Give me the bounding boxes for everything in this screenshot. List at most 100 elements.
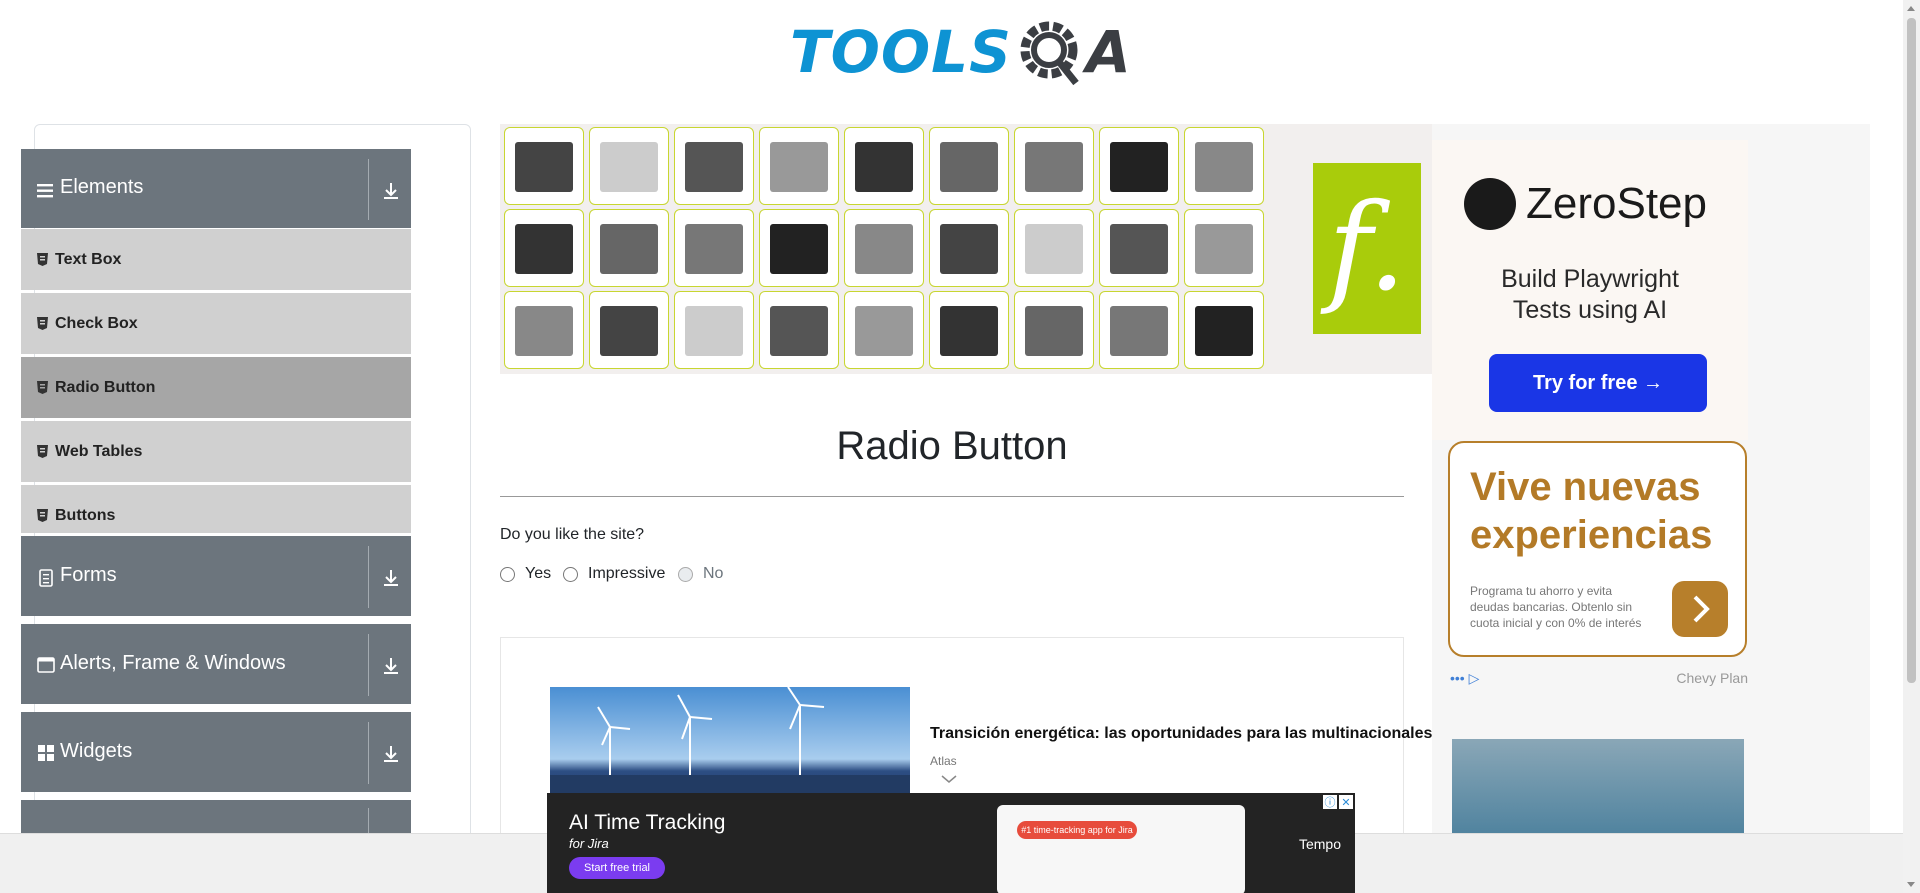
zerostep-tagline-line1: Build Playwright — [1501, 265, 1679, 293]
scroll-down-icon[interactable] — [1907, 882, 1915, 887]
gear-magnifier-icon — [1020, 21, 1079, 86]
radio-label: No — [703, 565, 724, 582]
grid-icon — [38, 745, 54, 761]
ad-controls: ⓘ ✕ — [1323, 795, 1353, 809]
ad-info-icon[interactable]: ⓘ — [1323, 795, 1337, 809]
product-thumbnail[interactable] — [1184, 127, 1264, 205]
sidebar-item-radio-button[interactable]: Radio Button — [21, 357, 411, 418]
adchoices-icon[interactable]: ••• ▷ — [1450, 670, 1479, 687]
group-next[interactable] — [21, 800, 411, 833]
product-image — [600, 306, 658, 356]
product-thumbnail[interactable] — [504, 127, 584, 205]
try-for-free-button[interactable]: Try for free → — [1489, 354, 1707, 412]
product-thumbnail[interactable] — [759, 127, 839, 205]
product-thumbnail[interactable] — [504, 291, 584, 369]
group-widgets[interactable]: Widgets — [21, 712, 411, 792]
product-thumbnail[interactable] — [929, 127, 1009, 205]
product-thumbnail[interactable] — [844, 127, 924, 205]
vive-headline-line2: experiencias — [1470, 513, 1713, 557]
product-thumbnail[interactable] — [1014, 291, 1094, 369]
product-thumbnail[interactable] — [674, 209, 754, 287]
product-thumbnail[interactable] — [1184, 209, 1264, 287]
divider — [368, 546, 369, 608]
product-thumbnail[interactable] — [1099, 209, 1179, 287]
wind-turbines-image[interactable] — [550, 687, 910, 807]
group-title: Forms — [60, 564, 117, 586]
product-thumbnail[interactable] — [589, 209, 669, 287]
news-ad-source: Atlas — [930, 754, 957, 768]
product-image — [685, 224, 743, 274]
product-thumbnail[interactable] — [1099, 291, 1179, 369]
news-ad-title[interactable]: Transición energética: las oportunidades… — [930, 725, 1432, 743]
product-thumbnail[interactable] — [844, 209, 924, 287]
product-thumbnail[interactable] — [589, 127, 669, 205]
zerostep-ad[interactable]: ZeroStep Build Playwright Tests using AI… — [1432, 140, 1748, 440]
html-icon — [37, 445, 48, 458]
product-image — [1110, 306, 1168, 356]
product-image — [1025, 224, 1083, 274]
product-image — [940, 306, 998, 356]
product-image — [685, 306, 743, 356]
product-thumbnail[interactable] — [929, 209, 1009, 287]
radio-no: No — [678, 565, 723, 583]
divider — [368, 808, 369, 833]
start-free-trial-button[interactable]: Start free trial — [569, 857, 665, 879]
scroll-up-icon[interactable] — [1907, 6, 1915, 11]
radio-impressive[interactable]: Impressive — [563, 565, 665, 583]
product-thumbnail[interactable] — [759, 209, 839, 287]
sidebar-item-text-box[interactable]: Text Box — [21, 229, 411, 290]
product-thumbnail[interactable] — [844, 291, 924, 369]
product-image — [770, 142, 828, 192]
window-icon — [37, 657, 55, 673]
product-image — [940, 142, 998, 192]
product-image — [855, 306, 913, 356]
product-thumbnail[interactable] — [1099, 127, 1179, 205]
tempo-subtitle: for Jira — [569, 836, 609, 851]
product-thumbnail[interactable] — [674, 127, 754, 205]
html-icon — [37, 253, 48, 266]
html-icon — [37, 317, 48, 330]
product-thumbnail[interactable] — [504, 209, 584, 287]
vive-next-button[interactable] — [1672, 581, 1728, 637]
product-thumbnail[interactable] — [1184, 291, 1264, 369]
product-thumbnail[interactable] — [1014, 127, 1094, 205]
radio-yes[interactable]: Yes — [500, 565, 551, 583]
group-forms[interactable]: Forms — [21, 536, 411, 616]
falabella-logo[interactable]: f. — [1313, 163, 1421, 334]
hamburger-icon — [37, 184, 53, 198]
logo-text-a: A — [1085, 18, 1131, 86]
ad-close-icon[interactable]: ✕ — [1339, 795, 1353, 809]
zerostep-tagline: Build Playwright Tests using AI — [1432, 264, 1748, 326]
tempo-title: AI Time Tracking — [569, 811, 726, 834]
divider — [368, 722, 369, 784]
product-thumbnail[interactable] — [674, 291, 754, 369]
product-thumbnail[interactable] — [929, 291, 1009, 369]
logo-text-tools: TOOLS — [790, 18, 1012, 86]
toolsqa-logo[interactable]: TOOLS A — [790, 14, 1131, 90]
radio-circle[interactable] — [563, 566, 578, 582]
sidebar-item-label: Web Tables — [55, 443, 143, 460]
product-thumbnail[interactable] — [589, 291, 669, 369]
chevron-down-icon[interactable] — [940, 773, 958, 785]
product-thumbnail[interactable] — [759, 291, 839, 369]
product-image — [1195, 224, 1253, 274]
html-icon — [37, 381, 48, 394]
radio-circle[interactable] — [500, 566, 515, 582]
sidebar-item-buttons[interactable]: Buttons — [21, 485, 411, 533]
elements-submenu: Text Box Check Box Radio Button Web Tabl… — [21, 229, 411, 533]
zerostep-brand: ZeroStep — [1526, 179, 1707, 228]
product-image — [515, 224, 573, 274]
product-thumbnail[interactable] — [1014, 209, 1094, 287]
sidebar-item-check-box[interactable]: Check Box — [21, 293, 411, 354]
tempo-ad[interactable]: AI Time Tracking for Jira Start free tri… — [547, 793, 1355, 893]
scrollbar[interactable] — [1903, 0, 1920, 893]
radio-label: Impressive — [588, 565, 666, 582]
scrollbar-thumb[interactable] — [1907, 18, 1916, 683]
chevy-plan-ad[interactable]: Vive nuevas experiencias Programa tu aho… — [1448, 441, 1747, 657]
sidebar-item-label: Text Box — [55, 251, 122, 268]
ad-footer: ••• ▷ Chevy Plan — [1450, 670, 1748, 687]
group-alerts-frame-windows[interactable]: Alerts, Frame & Windows — [21, 624, 411, 704]
group-elements[interactable]: Elements — [21, 149, 411, 228]
tempo-pill: #1 time-tracking app for Jira — [1017, 821, 1137, 839]
sidebar-item-web-tables[interactable]: Web Tables — [21, 421, 411, 482]
